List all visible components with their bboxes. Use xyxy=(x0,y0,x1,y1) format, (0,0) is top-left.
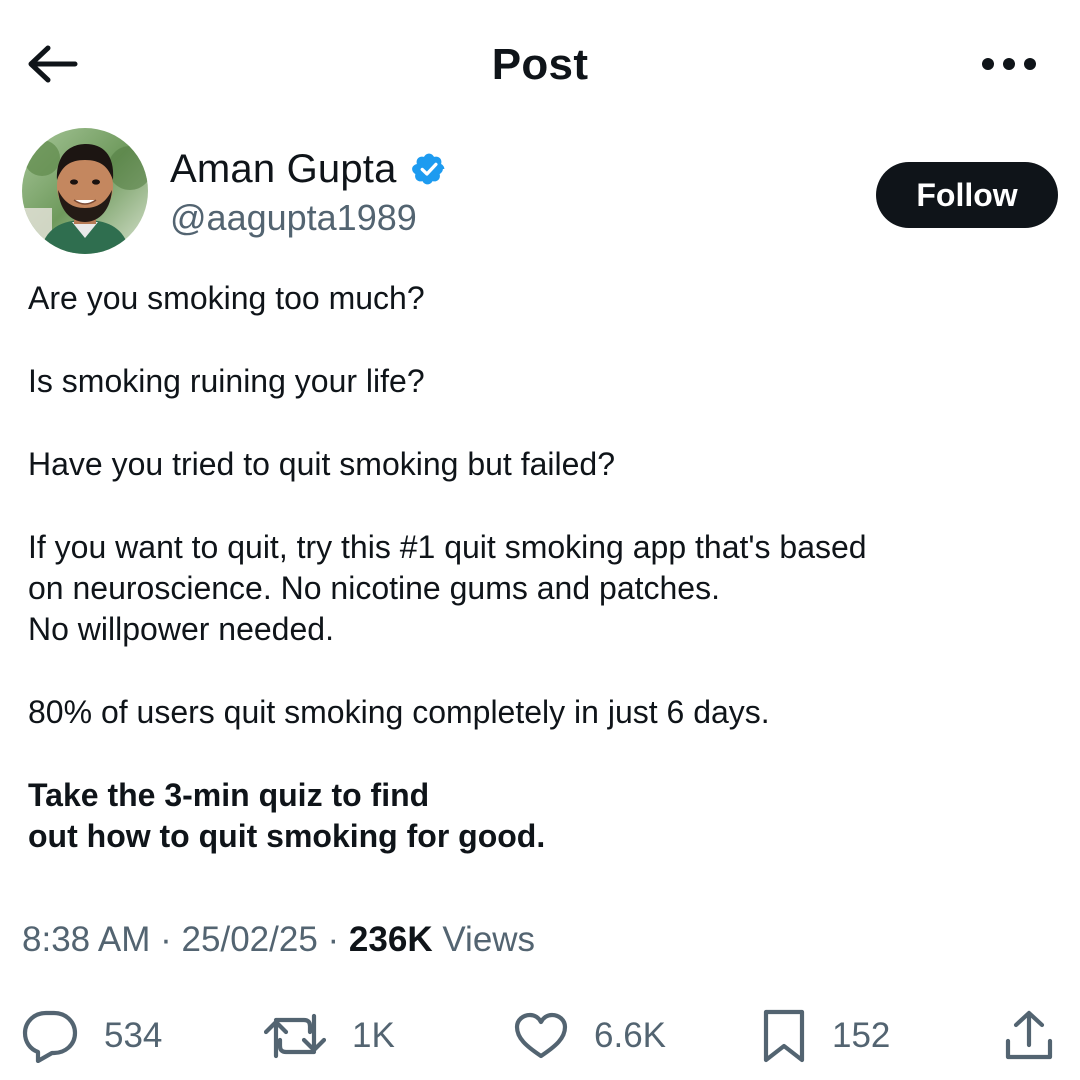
post-time[interactable]: 8:38 AM xyxy=(22,920,150,959)
like-count: 6.6K xyxy=(594,1016,666,1055)
author-name: Aman Gupta xyxy=(170,147,397,191)
top-bar: Post xyxy=(0,0,1080,130)
author-name-row[interactable]: Aman Gupta xyxy=(170,146,447,192)
bookmark-icon xyxy=(762,1008,806,1064)
post-paragraph: Are you smoking too much? xyxy=(28,278,1058,319)
post-line: Is smoking ruining your life? xyxy=(28,363,425,399)
share-icon xyxy=(1004,1009,1054,1063)
avatar-photo xyxy=(22,128,148,254)
post-line: on neuroscience. No nicotine gums and pa… xyxy=(28,570,720,606)
author-handle[interactable]: @aagupta1989 xyxy=(170,196,417,240)
like-button[interactable]: 6.6K xyxy=(514,1008,666,1064)
repost-icon xyxy=(264,1012,326,1060)
post-paragraph: If you want to quit, try this #1 quit sm… xyxy=(28,527,1058,650)
post-line: out how to quit smoking for good. xyxy=(28,818,546,854)
action-bar: 534 1K 6.6K 152 xyxy=(0,1000,1080,1072)
bookmark-button[interactable]: 152 xyxy=(762,1008,890,1064)
more-options-button[interactable] xyxy=(976,44,1042,84)
meta-separator: · xyxy=(327,920,349,959)
post-line: If you want to quit, try this #1 quit sm… xyxy=(28,529,867,565)
post-paragraph: Have you tried to quit smoking but faile… xyxy=(28,444,1058,485)
post-paragraph: 80% of users quit smoking completely in … xyxy=(28,692,1058,733)
post-date[interactable]: 25/02/25 xyxy=(182,920,318,959)
post-paragraph: Is smoking ruining your life? xyxy=(28,361,1058,402)
repost-button[interactable]: 1K xyxy=(264,1008,395,1064)
views-count[interactable]: 236K xyxy=(349,920,442,959)
reply-icon xyxy=(22,1009,78,1063)
repost-count: 1K xyxy=(352,1016,395,1055)
bookmark-count: 152 xyxy=(832,1016,891,1055)
reply-count: 534 xyxy=(104,1016,163,1055)
follow-button[interactable]: Follow xyxy=(876,162,1058,228)
post-meta: 8:38 AM · 25/02/25 · 236K Views xyxy=(22,918,535,962)
verified-badge-icon xyxy=(411,151,447,187)
avatar[interactable] xyxy=(22,128,148,254)
post-call-to-action: Take the 3-min quiz to find out how to q… xyxy=(28,775,1058,857)
post-line: Take the 3-min quiz to find xyxy=(28,777,430,813)
views-label[interactable]: Views xyxy=(442,920,535,959)
post-line: Are you smoking too much? xyxy=(28,280,425,316)
post-text: Are you smoking too much? Is smoking rui… xyxy=(28,278,1058,899)
reply-button[interactable]: 534 xyxy=(22,1008,162,1064)
page-title: Post xyxy=(491,40,589,89)
post-page: Post Aman Gupta @aagupta1989 Follow Are … xyxy=(0,0,1080,1080)
post-line: Have you tried to quit smoking but faile… xyxy=(28,446,615,482)
share-button[interactable] xyxy=(1004,1008,1054,1064)
meta-separator: · xyxy=(160,920,182,959)
post-line: 80% of users quit smoking completely in … xyxy=(28,694,770,730)
heart-icon xyxy=(514,1012,568,1060)
post-line: No willpower needed. xyxy=(28,611,334,647)
ellipsis-icon xyxy=(982,58,1036,70)
author-row: Aman Gupta @aagupta1989 Follow xyxy=(22,128,1058,258)
